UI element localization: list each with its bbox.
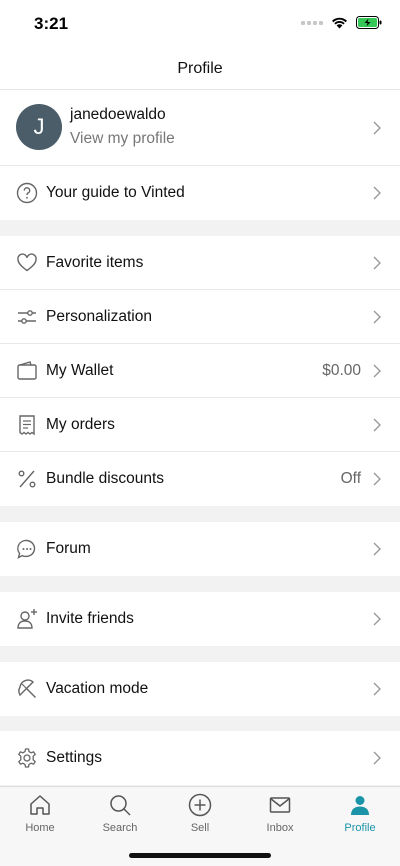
- home-indicator: [129, 853, 271, 858]
- add-user-icon: [17, 609, 37, 629]
- tab-sell[interactable]: Sell: [160, 793, 240, 839]
- chevron-right-icon: [373, 121, 381, 134]
- envelope-icon: [269, 797, 291, 813]
- invite-section: Invite friends: [0, 592, 400, 646]
- guide-row[interactable]: Your guide to Vinted: [0, 166, 400, 220]
- gear-icon: [18, 748, 36, 768]
- user-icon: [351, 796, 369, 815]
- my-wallet-label: My Wallet: [46, 361, 114, 379]
- bundle-discounts-row[interactable]: Bundle discounts Off: [0, 452, 400, 506]
- sliders-icon: [18, 309, 36, 324]
- wifi-icon: [332, 17, 347, 29]
- tab-profile[interactable]: Profile: [320, 793, 400, 839]
- status-bar: 3:21: [0, 0, 400, 48]
- percent-icon: [18, 470, 36, 488]
- umbrella-icon: [18, 679, 36, 698]
- chevron-right-icon: [373, 256, 381, 269]
- chevron-right-icon: [373, 612, 381, 626]
- chevron-right-icon: [373, 751, 381, 765]
- search-icon: [110, 795, 131, 816]
- battery-charging-icon: [356, 16, 382, 29]
- profile-section: J janedoewaldo View my profile Your guid…: [0, 90, 400, 220]
- profile-row[interactable]: J janedoewaldo View my profile: [0, 90, 400, 166]
- profile-username: janedoewaldo: [70, 106, 166, 123]
- status-time: 3:21: [34, 14, 69, 33]
- favorite-items-label: Favorite items: [46, 253, 144, 271]
- heart-icon: [17, 252, 37, 271]
- tab-profile-label: Profile: [344, 822, 376, 834]
- chevron-right-icon: [373, 472, 381, 486]
- chevron-right-icon: [373, 418, 381, 431]
- home-icon: [30, 795, 50, 815]
- tab-home[interactable]: Home: [0, 793, 80, 839]
- chat-bubble-icon: [17, 539, 36, 559]
- my-wallet-row[interactable]: My Wallet $0.00: [0, 344, 400, 398]
- plus-circle-icon: [188, 793, 212, 817]
- question-circle-icon: [16, 182, 38, 204]
- chevron-right-icon: [373, 310, 381, 323]
- settings-label: Settings: [46, 749, 103, 766]
- favorite-items-row[interactable]: Favorite items: [0, 236, 400, 290]
- cellular-signal-icon: [301, 20, 323, 25]
- chevron-right-icon: [373, 682, 381, 696]
- tab-home-label: Home: [25, 822, 55, 834]
- bundle-discounts-status: Off: [340, 470, 361, 487]
- wallet-icon: [17, 360, 37, 380]
- personalization-label: Personalization: [46, 307, 152, 325]
- personalization-row[interactable]: Personalization: [0, 290, 400, 344]
- settings-section: Settings: [0, 731, 400, 785]
- menu-section: Favorite items Personalization My Wallet…: [0, 236, 400, 506]
- wallet-balance: $0.00: [322, 361, 361, 379]
- nav-header: Profile: [0, 48, 400, 90]
- view-profile-link: View my profile: [70, 130, 175, 147]
- vacation-mode-label: Vacation mode: [46, 680, 149, 697]
- tab-search[interactable]: Search: [80, 793, 160, 839]
- chevron-right-icon: [373, 542, 381, 556]
- chevron-right-icon: [373, 186, 381, 200]
- avatar: J: [16, 104, 62, 150]
- tab-search-label: Search: [102, 822, 138, 834]
- forum-section: Forum: [0, 522, 400, 576]
- chevron-right-icon: [373, 364, 381, 377]
- status-icons: [301, 16, 382, 29]
- tab-inbox-label: Inbox: [266, 822, 294, 834]
- guide-label: Your guide to Vinted: [46, 184, 185, 201]
- forum-label: Forum: [46, 540, 91, 557]
- vacation-section: Vacation mode: [0, 662, 400, 716]
- bundle-discounts-label: Bundle discounts: [46, 470, 165, 487]
- invite-friends-label: Invite friends: [46, 610, 134, 627]
- settings-row[interactable]: Settings: [0, 731, 400, 785]
- receipt-icon: [19, 414, 35, 435]
- page-title: Profile: [177, 59, 223, 77]
- tab-sell-label: Sell: [190, 822, 210, 834]
- vacation-mode-row[interactable]: Vacation mode: [0, 662, 400, 716]
- tab-inbox[interactable]: Inbox: [240, 793, 320, 839]
- invite-friends-row[interactable]: Invite friends: [0, 592, 400, 646]
- forum-row[interactable]: Forum: [0, 522, 400, 576]
- my-orders-row[interactable]: My orders: [0, 398, 400, 452]
- my-orders-label: My orders: [46, 415, 115, 433]
- avatar-initial: J: [33, 114, 45, 139]
